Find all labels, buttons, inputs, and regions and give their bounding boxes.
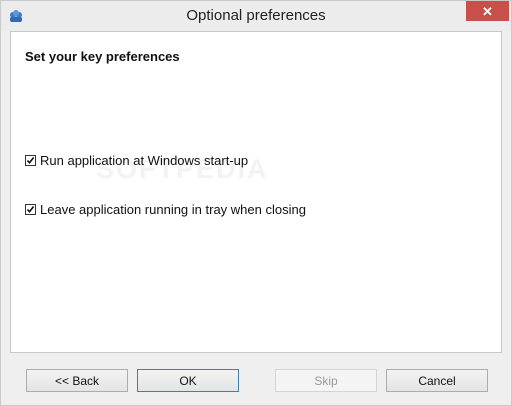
dialog-window: Optional preferences ✕ Set your key pref… (0, 0, 512, 406)
title-bar: Optional preferences ✕ (1, 1, 511, 31)
skip-button: Skip (275, 369, 377, 392)
checkmark-icon (26, 205, 35, 213)
run-at-startup-label: Run application at Windows start-up (40, 152, 249, 168)
run-in-tray-label: Leave application running in tray when c… (40, 201, 306, 217)
cancel-button[interactable]: Cancel (386, 369, 488, 392)
back-button[interactable]: << Back (26, 369, 128, 392)
run-at-startup-checkbox[interactable] (25, 154, 36, 166)
checkmark-icon (26, 156, 35, 164)
section-heading: Set your key preferences (25, 49, 180, 64)
run-in-tray-option[interactable]: Leave application running in tray when c… (25, 201, 306, 217)
run-at-startup-option[interactable]: Run application at Windows start-up (25, 152, 248, 168)
close-icon: ✕ (482, 3, 493, 19)
window-title: Optional preferences (186, 7, 326, 24)
close-button[interactable]: ✕ (466, 1, 509, 21)
ok-button[interactable]: OK (137, 369, 239, 392)
preferences-panel: Set your key preferences SOFTPEDIA Run a… (10, 31, 502, 353)
button-bar: << Back OK Skip Cancel (10, 353, 502, 403)
run-in-tray-checkbox[interactable] (25, 203, 36, 215)
